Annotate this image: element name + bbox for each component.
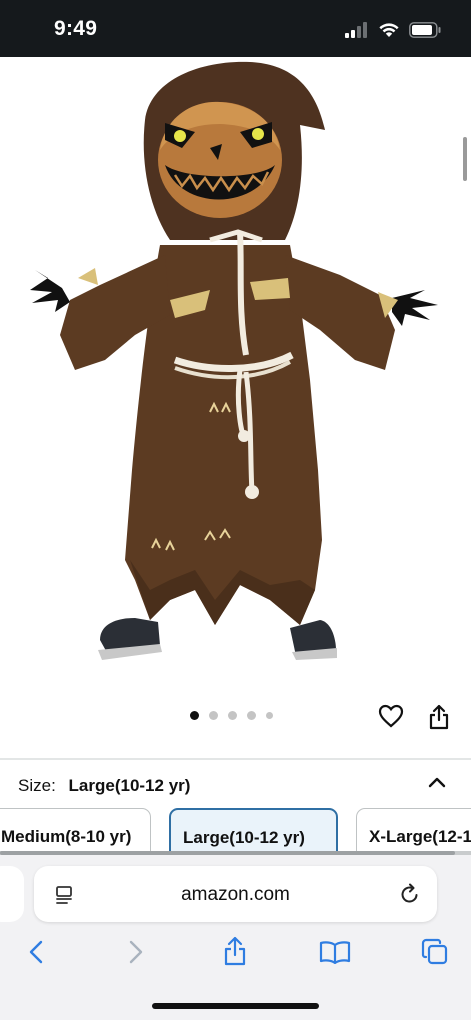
battery-icon <box>409 22 441 38</box>
cellular-signal-icon <box>345 22 367 38</box>
forward-button[interactable] <box>122 938 150 966</box>
tabs-button[interactable] <box>419 936 451 968</box>
status-time: 9:49 <box>54 17 98 40</box>
page-scrollbar[interactable] <box>463 137 467 181</box>
product-share-button[interactable] <box>425 702 453 732</box>
bookmarks-button[interactable] <box>318 938 352 966</box>
carousel-dot[interactable] <box>266 712 273 719</box>
carousel-dot[interactable] <box>190 711 199 720</box>
carousel-dot[interactable] <box>209 711 218 720</box>
back-button[interactable] <box>22 938 50 966</box>
share-icon <box>224 936 246 966</box>
chevron-up-icon <box>428 777 446 788</box>
status-bar: 9:49 <box>0 0 471 57</box>
back-icon <box>29 940 43 964</box>
url-text[interactable]: amazon.com <box>34 884 437 906</box>
selected-size-value: Large(10-12 yr) <box>68 776 191 795</box>
size-label: Size: <box>18 776 56 795</box>
heart-icon <box>378 704 404 728</box>
browser-share-button[interactable] <box>220 934 250 968</box>
scarecrow-pumpkin-costume-image <box>30 61 438 660</box>
tabs-icon <box>421 938 448 965</box>
image-carousel-dots[interactable] <box>190 711 273 720</box>
size-selector-header[interactable]: Size: Large(10-12 yr) <box>18 776 190 796</box>
wishlist-button[interactable] <box>376 702 406 730</box>
carousel-dot[interactable] <box>247 711 256 720</box>
home-indicator[interactable] <box>152 1003 319 1009</box>
reload-icon <box>401 883 418 903</box>
bookmarks-icon <box>319 941 351 964</box>
wifi-icon <box>379 23 399 37</box>
carousel-dot[interactable] <box>228 711 237 720</box>
status-icons <box>345 20 441 40</box>
share-icon <box>429 704 449 730</box>
previous-tab-peek[interactable] <box>0 866 24 922</box>
reload-button[interactable] <box>398 882 422 906</box>
forward-icon <box>129 940 143 964</box>
address-bar[interactable]: amazon.com <box>34 866 437 922</box>
section-divider <box>0 758 471 760</box>
product-image-area[interactable] <box>0 57 471 707</box>
collapse-size-button[interactable] <box>425 772 449 792</box>
